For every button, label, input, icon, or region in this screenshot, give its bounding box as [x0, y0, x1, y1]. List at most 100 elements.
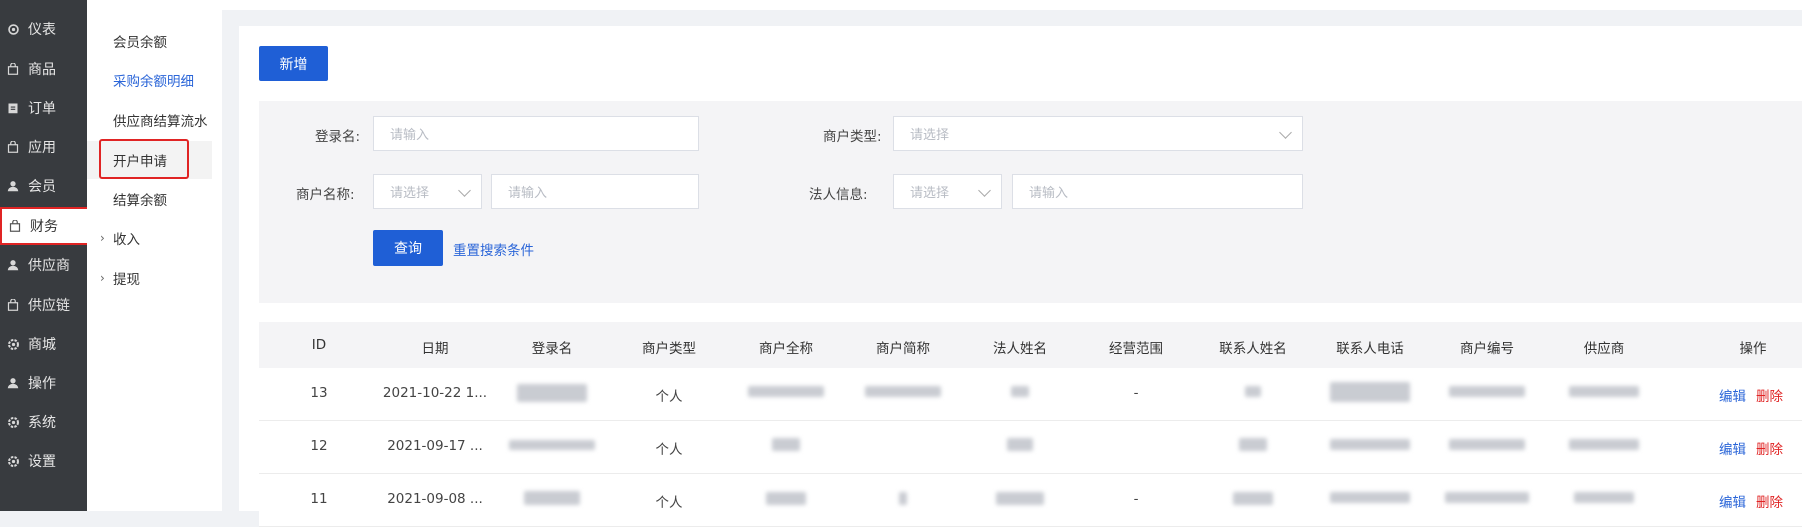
cell-id: 12	[310, 438, 328, 454]
sidebar-item-suppliers[interactable]: 供应商	[0, 248, 87, 282]
gear-icon	[6, 454, 20, 468]
column-header: 联系人电话	[1336, 341, 1404, 357]
cell-business-scope: -	[1133, 491, 1139, 507]
main-sidebar: 仪表 商品 订单 应用 会员 财务 供应商 供应链 商城 操作 系统 设置	[0, 0, 90, 511]
subnav-item-income[interactable]: › 收入	[87, 221, 212, 255]
sidebar-item-finance[interactable]: 财务	[0, 207, 90, 245]
column-header: 经营范围	[1109, 341, 1163, 357]
subnav-item-settlement-balance[interactable]: 结算余额	[87, 182, 212, 216]
sidebar-item-orders[interactable]: 订单	[0, 91, 87, 125]
table-header: ID 日期 登录名 商户类型 商户全称 商户简称 法人姓名 经营范围 联系人姓名…	[259, 322, 1802, 368]
sidebar-item-label: 系统	[28, 415, 56, 431]
sidebar-item-settings[interactable]: 设置	[0, 444, 87, 478]
delete-link[interactable]: 删除	[1756, 385, 1783, 405]
chevron-down-icon	[458, 184, 471, 197]
sidebar-item-dashboard[interactable]: 仪表	[0, 12, 87, 46]
subnav-item-label: 采购余额明细	[113, 74, 194, 90]
redacted-login-name	[509, 440, 595, 450]
bag-icon	[6, 298, 20, 312]
cell-merchant-type: 个人	[655, 389, 683, 405]
delete-link[interactable]: 删除	[1756, 438, 1783, 458]
subnav-item-purchase-balance-detail[interactable]: 采购余额明细	[87, 63, 212, 97]
subnav-item-label: 结算余额	[113, 193, 167, 209]
sidebar-item-goods[interactable]: 商品	[0, 52, 87, 86]
cell-merchant-type: 个人	[655, 442, 683, 458]
merchant-type-select[interactable]: 请选择	[893, 116, 1303, 151]
bag-icon	[6, 62, 20, 76]
subnav-item-label: 收入	[113, 232, 140, 248]
column-header: 联系人姓名	[1219, 341, 1287, 357]
bag-icon	[8, 219, 22, 233]
chevron-down-icon	[978, 184, 991, 197]
cell-id: 13	[310, 385, 328, 401]
column-header: 商户简称	[876, 341, 930, 357]
redacted-supplier	[1574, 492, 1634, 503]
redacted-merchant-number	[1449, 439, 1525, 450]
sidebar-item-label: 仪表	[28, 22, 56, 38]
chevron-down-icon	[1279, 126, 1292, 139]
clipboard-icon	[6, 101, 20, 115]
column-header: 登录名	[531, 341, 573, 357]
subnav-item-member-balance[interactable]: 会员余额	[87, 24, 212, 58]
user-icon	[6, 179, 20, 193]
redacted-contact-name	[1245, 386, 1261, 397]
sidebar-item-members[interactable]: 会员	[0, 169, 87, 203]
redacted-merchant-number	[1445, 492, 1529, 503]
login-name-label: 登录名:	[315, 129, 361, 145]
legal-info-input[interactable]: 请输入	[1012, 174, 1303, 209]
merchant-type-label: 商户类型:	[823, 129, 882, 145]
sidebar-item-label: 商城	[28, 337, 56, 353]
placeholder-text: 请选择	[390, 186, 430, 201]
column-header: 商户类型	[642, 341, 696, 357]
sidebar-item-label: 操作	[28, 376, 56, 392]
column-header: 商户编号	[1460, 341, 1514, 357]
search-button[interactable]: 查询	[373, 230, 443, 266]
subnav-item-supplier-settlement-flow[interactable]: 供应商结算流水	[87, 103, 212, 137]
edit-link[interactable]: 编辑	[1719, 438, 1746, 458]
subnav-item-label: 供应商结算流水	[113, 114, 208, 130]
login-name-input[interactable]: 请输入	[373, 116, 699, 151]
edit-link[interactable]: 编辑	[1719, 491, 1746, 511]
redacted-legal-name	[996, 492, 1044, 505]
edit-link[interactable]: 编辑	[1719, 385, 1746, 405]
search-filter-panel: 登录名: 请输入 商户类型: 请选择 商户名称: 请选择 请输入 法人信息: 请…	[259, 101, 1802, 303]
merchant-name-input[interactable]: 请输入	[491, 174, 699, 209]
subnav-item-withdraw[interactable]: › 提现	[87, 261, 212, 295]
sidebar-item-system[interactable]: 系统	[0, 405, 87, 439]
redacted-login-name	[524, 491, 580, 505]
merchant-name-select[interactable]: 请选择	[373, 174, 482, 209]
legal-info-select[interactable]: 请选择	[893, 174, 1002, 209]
redacted-legal-name	[1011, 386, 1029, 397]
redacted-legal-name	[1007, 438, 1033, 451]
reset-search-link[interactable]: 重置搜索条件	[453, 239, 534, 259]
table-row: 12 2021-09-17 ... 个人 编辑 删除	[259, 421, 1802, 474]
redacted-contact-name	[1239, 438, 1267, 451]
cell-business-scope: -	[1133, 385, 1139, 401]
sidebar-item-mall[interactable]: 商城	[0, 327, 87, 361]
gear-icon	[6, 415, 20, 429]
redacted-contact-name	[1233, 492, 1273, 505]
table-row: 11 2021-09-08 ... 个人 - 编辑 删除	[259, 474, 1802, 527]
chevron-right-icon: ›	[100, 231, 105, 245]
sidebar-item-label: 商品	[28, 62, 56, 78]
sidebar-item-label: 财务	[30, 219, 58, 235]
redacted-contact-phone	[1330, 439, 1410, 450]
sidebar-item-label: 会员	[28, 179, 56, 195]
gear-icon	[6, 22, 20, 36]
sidebar-item-label: 订单	[28, 101, 56, 117]
cell-id: 11	[310, 491, 328, 507]
subnav-item-label: 会员余额	[113, 35, 167, 51]
user-icon	[6, 258, 20, 272]
sidebar-item-supply-chain[interactable]: 供应链	[0, 288, 87, 322]
delete-link[interactable]: 删除	[1756, 491, 1783, 511]
add-button[interactable]: 新增	[259, 46, 328, 81]
sidebar-item-operations[interactable]: 操作	[0, 366, 87, 400]
redacted-merchant-fullname	[772, 438, 800, 451]
column-header: 操作	[1739, 341, 1767, 357]
subnav-item-label: 提现	[113, 272, 140, 288]
column-header: ID	[311, 337, 327, 353]
column-header: 日期	[421, 341, 449, 357]
sidebar-item-label: 供应链	[28, 298, 70, 314]
highlight-box	[99, 139, 189, 179]
sidebar-item-apps[interactable]: 应用	[0, 130, 87, 164]
